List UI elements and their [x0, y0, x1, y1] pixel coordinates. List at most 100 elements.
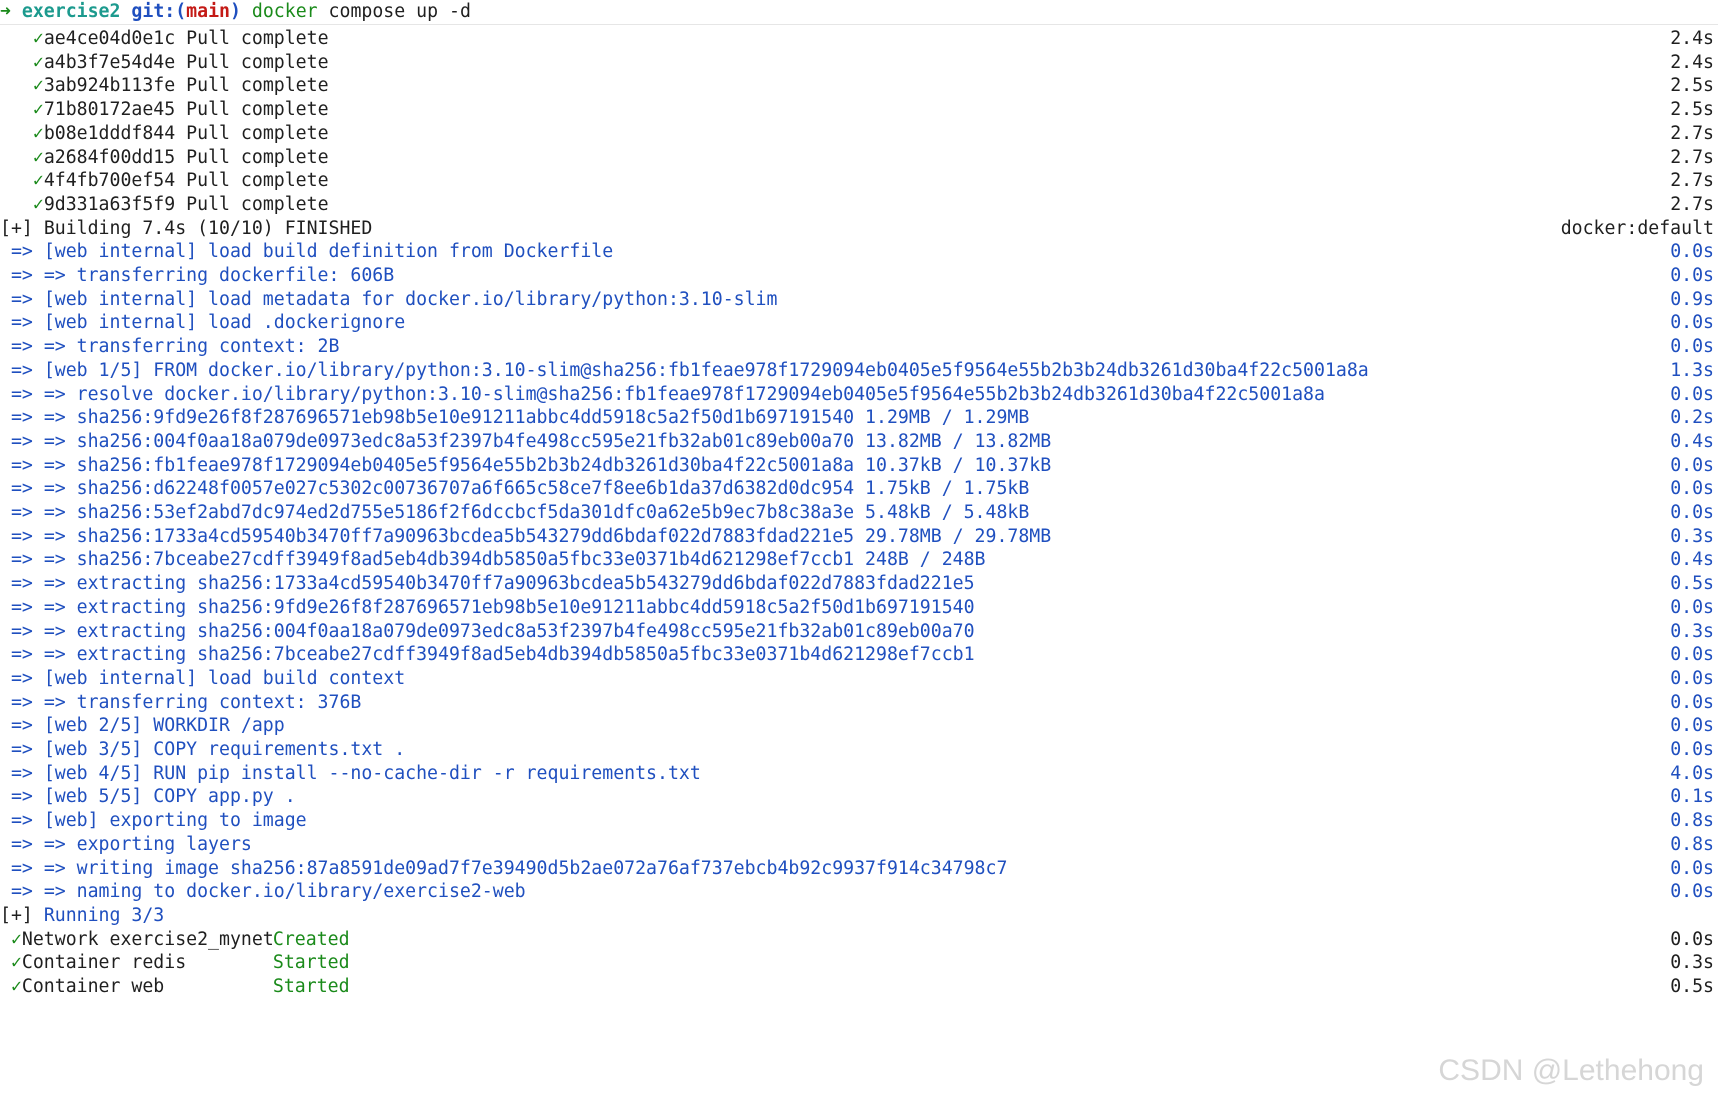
resource-time: 0.0s	[1670, 928, 1714, 950]
build-step-time: 0.0s	[1670, 241, 1714, 263]
build-step-text: => resolve docker.io/library/python:3.10…	[43, 383, 1325, 405]
build-step-row: => [web 3/5] COPY requirements.txt . 0.0s	[0, 737, 1718, 763]
check-icon: ✓	[32, 146, 44, 168]
step-prefix: =>	[10, 525, 33, 547]
step-prefix: =>	[10, 596, 33, 618]
pull-status: Pull complete	[186, 146, 329, 168]
build-step-time: 1.3s	[1670, 359, 1714, 381]
resource-row: ✓Container redis Started 0.3s	[0, 950, 1718, 976]
pull-row: ✓b08e1dddf844 Pull complete 2.7s	[0, 121, 1718, 147]
build-step-text: => extracting sha256:004f0aa18a079de0973…	[43, 620, 975, 642]
build-step-time: 0.0s	[1670, 691, 1714, 713]
build-step-text: [web 1/5] FROM docker.io/library/python:…	[43, 359, 1369, 381]
resource-row: ✓Network exercise2_mynetCreated 0.0s	[0, 927, 1718, 953]
pull-time: 2.4s	[1670, 28, 1714, 49]
running-header: [+] Running 3/3	[0, 903, 1718, 929]
step-prefix: =>	[10, 265, 33, 286]
pull-status: Pull complete	[186, 28, 329, 49]
step-prefix: =>	[10, 478, 33, 500]
build-step-time: 0.5s	[1670, 573, 1714, 595]
build-step-text: => extracting sha256:1733a4cd59540b3470f…	[43, 573, 975, 595]
pull-time: 2.5s	[1670, 75, 1714, 97]
build-step-time: 0.4s	[1670, 430, 1714, 452]
layer-id: ae4ce04d0e1c	[43, 28, 176, 49]
pull-row: ✓a4b3f7e54d4e Pull complete 2.4s	[0, 50, 1718, 76]
pull-time: 2.5s	[1670, 99, 1714, 121]
build-step-row: => => writing image sha256:87a8591de09ad…	[0, 856, 1718, 882]
step-prefix: =>	[10, 691, 33, 713]
build-step-row: => => sha256:9fd9e26f8f287696571eb98b5e1…	[0, 405, 1718, 431]
git-label-close: )	[229, 1, 241, 22]
build-step-time: 0.0s	[1670, 644, 1714, 666]
watermark: CSDN @Lethehong	[1438, 1054, 1704, 1087]
build-step-row: => => resolve docker.io/library/python:3…	[0, 382, 1718, 408]
build-step-text: => extracting sha256:9fd9e26f8f287696571…	[43, 596, 975, 618]
step-prefix: =>	[10, 549, 33, 571]
build-step-text: [web 4/5] RUN pip install --no-cache-dir…	[43, 762, 701, 784]
step-prefix: =>	[10, 739, 33, 760]
step-prefix: =>	[10, 454, 33, 476]
build-step-text: [web internal] load build context	[43, 667, 406, 689]
pull-status: Pull complete	[186, 193, 329, 215]
pull-row: ✓a2684f00dd15 Pull complete 2.7s	[0, 145, 1718, 171]
building-header: [+] Building 7.4s (10/10) FINISHED docker…	[0, 216, 1718, 242]
layer-id: 9d331a63f5f9	[43, 193, 176, 215]
build-step-row: => => sha256:53ef2abd7dc974ed2d755e5186f…	[0, 500, 1718, 526]
build-step-time: 0.0s	[1670, 478, 1714, 500]
terminal-output[interactable]: ➜ exercise2 git:(main) docker compose up…	[0, 0, 1718, 1098]
step-prefix: =>	[10, 620, 33, 642]
build-step-row: => [web] exporting to image 0.8s	[0, 808, 1718, 834]
build-step-row: => [web 5/5] COPY app.py . 0.1s	[0, 784, 1718, 810]
build-step-text: => naming to docker.io/library/exercise2…	[43, 881, 526, 903]
build-step-time: 0.8s	[1670, 833, 1714, 855]
step-prefix: =>	[10, 667, 33, 689]
build-step-row: => => sha256:7bceabe27cdff3949f8ad5eb4db…	[0, 547, 1718, 573]
current-directory: exercise2	[21, 1, 121, 22]
build-step-time: 0.0s	[1670, 715, 1714, 737]
build-step-row: => => naming to docker.io/library/exerci…	[0, 879, 1718, 905]
build-step-row: => [web 4/5] RUN pip install --no-cache-…	[0, 761, 1718, 787]
layer-id: 71b80172ae45	[43, 99, 176, 121]
pull-row: ✓71b80172ae45 Pull complete 2.5s	[0, 97, 1718, 123]
build-step-text: [web internal] load build definition fro…	[43, 241, 614, 263]
check-icon: ✓	[10, 976, 22, 997]
build-step-time: 0.3s	[1670, 620, 1714, 642]
step-prefix: =>	[10, 715, 33, 737]
layer-id: 4f4fb700ef54	[43, 170, 176, 192]
build-step-text: => sha256:53ef2abd7dc974ed2d755e5186f2f6…	[43, 502, 1030, 523]
pull-status: Pull complete	[186, 51, 329, 73]
build-step-time: 0.2s	[1670, 407, 1714, 429]
build-step-row: => [web internal] load .dockerignore 0.0s	[0, 310, 1718, 336]
step-prefix: =>	[10, 430, 33, 452]
build-step-text: => transferring dockerfile: 606B	[43, 265, 395, 286]
build-step-row: => [web internal] load build context 0.0s	[0, 666, 1718, 692]
building-prefix: [+]	[0, 217, 33, 239]
build-step-time: 0.3s	[1670, 525, 1714, 547]
build-step-row: => => sha256:1733a4cd59540b3470ff7a90963…	[0, 524, 1718, 550]
build-step-time: 0.0s	[1670, 312, 1714, 334]
step-prefix: =>	[10, 786, 33, 808]
build-step-time: 0.0s	[1670, 265, 1714, 286]
step-prefix: =>	[10, 833, 33, 855]
pull-status: Pull complete	[186, 75, 329, 97]
build-step-row: => => extracting sha256:004f0aa18a079de0…	[0, 619, 1718, 645]
build-step-row: => => exporting layers 0.8s	[0, 832, 1718, 858]
build-step-text: [web 3/5] COPY requirements.txt .	[43, 739, 406, 760]
step-prefix: =>	[10, 881, 33, 903]
pull-time: 2.4s	[1670, 51, 1714, 73]
step-prefix: =>	[10, 644, 33, 666]
resource-row: ✓Container web Started 0.5s	[0, 974, 1718, 1000]
resource-state: Started	[272, 976, 350, 997]
pull-time: 2.7s	[1670, 193, 1714, 215]
build-step-text: => sha256:7bceabe27cdff3949f8ad5eb4db394…	[43, 549, 986, 571]
build-step-row: => => extracting sha256:1733a4cd59540b34…	[0, 571, 1718, 597]
build-step-time: 0.0s	[1670, 739, 1714, 760]
build-step-text: [web internal] load .dockerignore	[43, 312, 406, 334]
resource-state: Started	[272, 952, 350, 974]
build-step-time: 0.1s	[1670, 786, 1714, 808]
building-status: Building 7.4s (10/10) FINISHED	[43, 217, 373, 239]
check-icon: ✓	[32, 99, 44, 121]
check-icon: ✓	[10, 952, 22, 974]
build-step-text: => sha256:d62248f0057e027c5302c00736707a…	[43, 478, 1030, 500]
pull-row: ✓ae4ce04d0e1c Pull complete 2.4s	[0, 26, 1718, 52]
